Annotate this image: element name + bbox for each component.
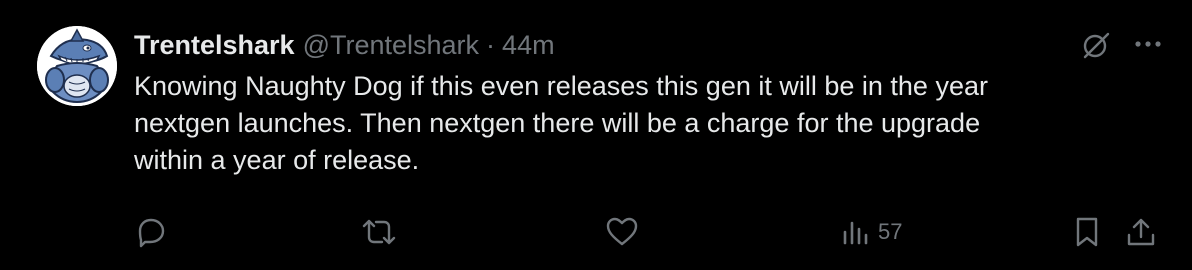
bookmark-icon: [1076, 217, 1098, 247]
display-name[interactable]: Trentelshark: [134, 26, 295, 64]
separator-dot: ·: [486, 30, 496, 60]
reply-button[interactable]: [134, 212, 168, 252]
heart-icon: [606, 217, 638, 246]
tweet-header: Trentelshark @Trentelshark · 44m: [134, 26, 1094, 64]
views-count: 57: [878, 219, 903, 244]
share-button[interactable]: [1124, 212, 1158, 252]
share-icon: [1127, 218, 1155, 246]
views-icon: [843, 221, 868, 245]
reply-icon: [138, 218, 165, 248]
shark-avatar-image: [37, 26, 117, 106]
repost-icon: [362, 219, 396, 245]
tweet-text: Knowing Naughty Dog if this even release…: [134, 71, 988, 175]
user-handle[interactable]: @Trentelshark: [303, 26, 479, 64]
more-icon: [1135, 41, 1161, 47]
timestamp[interactable]: 44m: [502, 26, 555, 64]
more-button[interactable]: [1130, 27, 1166, 63]
grok-button[interactable]: [1078, 27, 1114, 63]
like-button[interactable]: [604, 212, 640, 252]
views-button[interactable]: 57: [840, 212, 902, 252]
tweet[interactable]: Trentelshark @Trentelshark · 44m Knowing…: [0, 0, 1192, 270]
tweet-content: Trentelshark @Trentelshark · 44m Knowing…: [134, 26, 1094, 179]
bookmark-button[interactable]: [1072, 212, 1102, 252]
avatar[interactable]: [37, 26, 117, 106]
repost-button[interactable]: [360, 212, 398, 252]
grok-icon: [1083, 32, 1110, 59]
